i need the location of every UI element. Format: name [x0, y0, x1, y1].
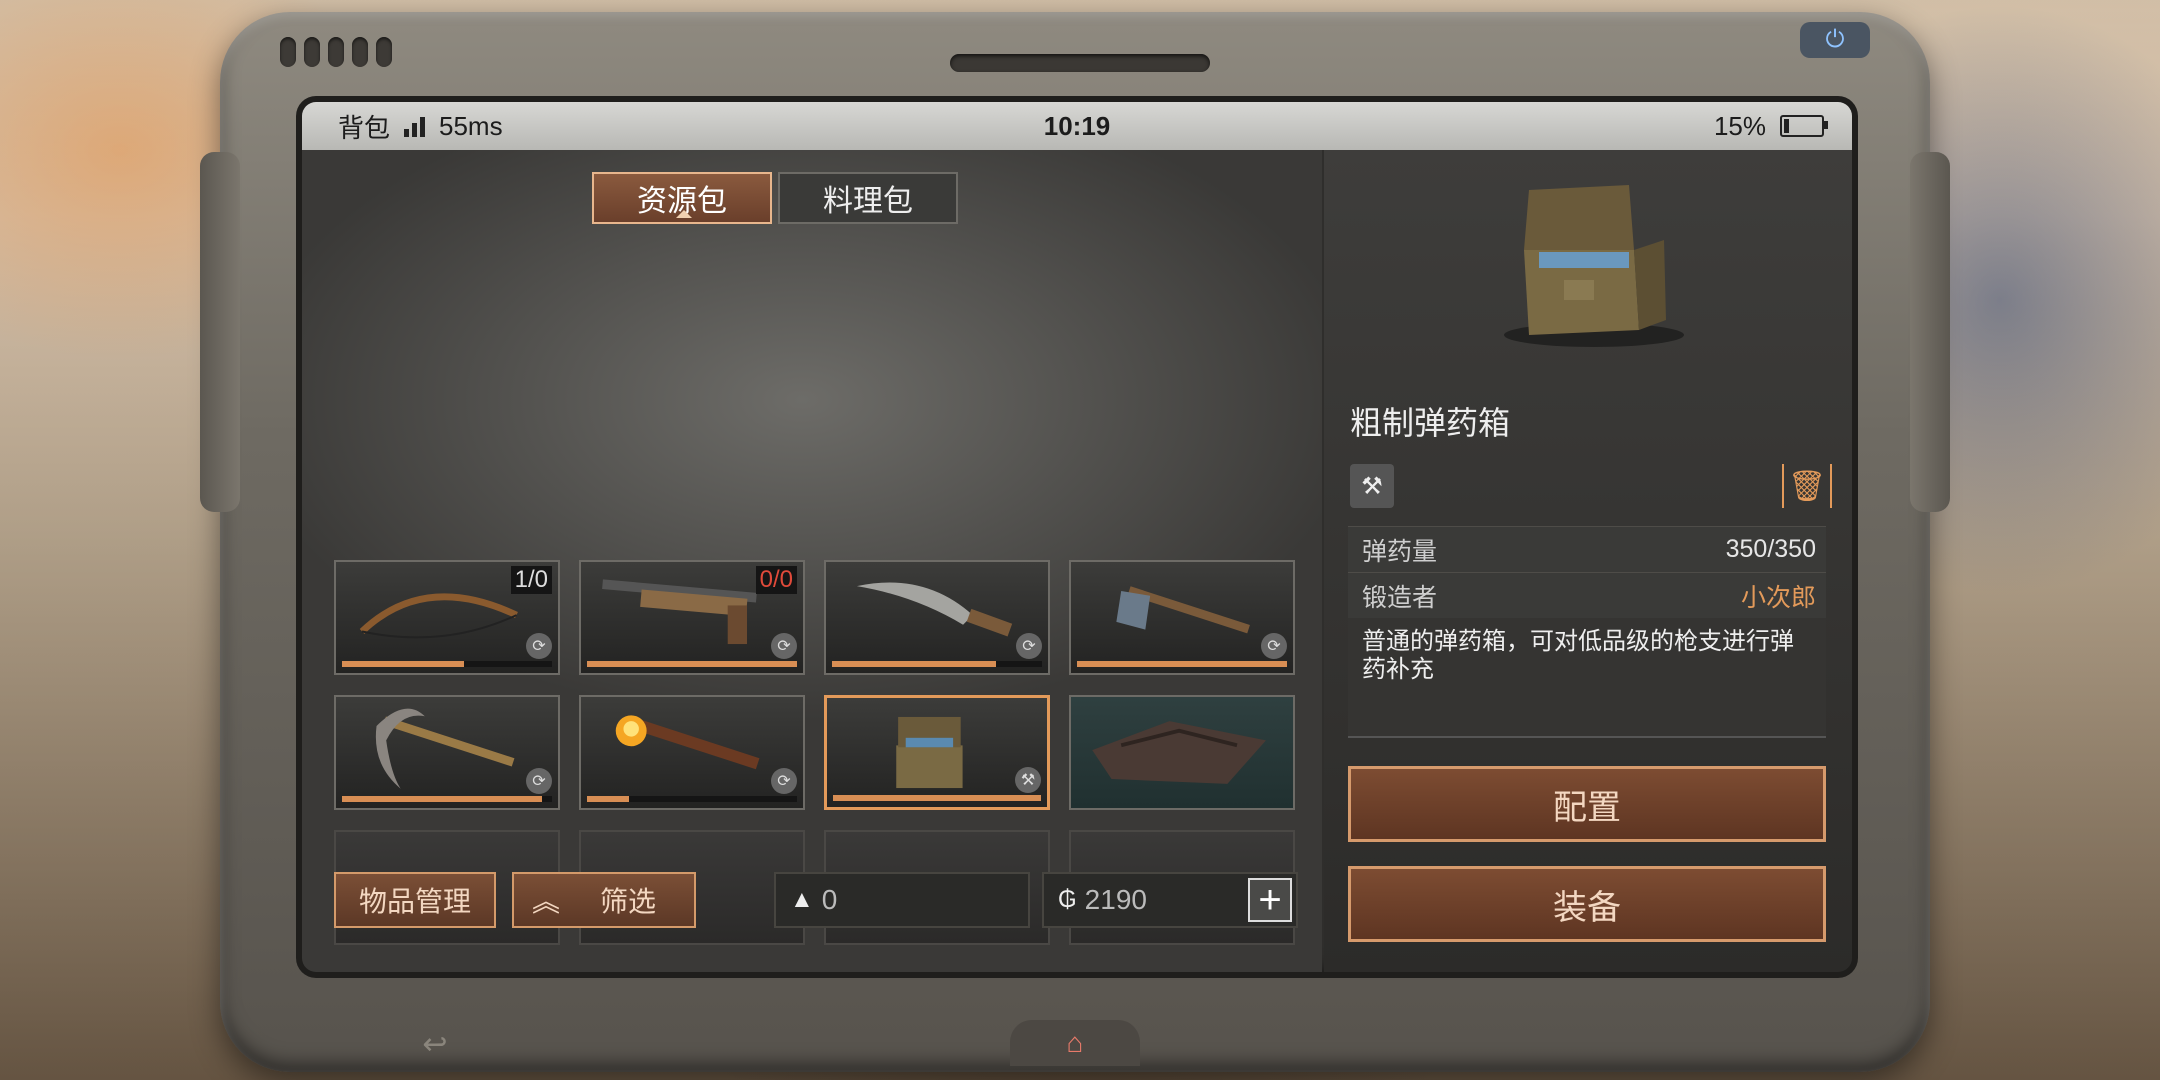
- stat-ammo: 弹药量 350/350: [1348, 526, 1826, 572]
- slot-machete[interactable]: ⟳: [824, 560, 1050, 675]
- coin-value: 2190: [1084, 884, 1147, 915]
- stat-forger-label: 锻造者: [1362, 583, 1438, 612]
- side-bump-right: [1910, 152, 1950, 512]
- filter-button[interactable]: ︽ 筛选: [512, 872, 696, 928]
- add-coins-button[interactable]: +: [1248, 878, 1292, 922]
- item-manage-button[interactable]: 物品管理: [334, 872, 496, 928]
- slot-torch[interactable]: ⟳: [579, 695, 805, 810]
- slot-bow[interactable]: 1/0 ⟳: [334, 560, 560, 675]
- battery-icon: [1780, 115, 1828, 137]
- durability-bar: [342, 661, 552, 667]
- slot-leather[interactable]: [1069, 695, 1295, 810]
- gold-value: 0: [821, 884, 838, 915]
- detail-pane: 粗制弹药箱 ⚒ 🗑 弹药量 350/350 锻造者 小次郎 普通的弹药箱，可对低…: [1324, 150, 1852, 972]
- side-bump-left: [200, 152, 240, 512]
- slot-axe[interactable]: ⟳: [1069, 560, 1295, 675]
- inventory-pane: 资源包 料理包 1/0 ⟳ 0/0 ⟳ ⟳ ⟳ ⟳ ⟳ ⚒ 物品管理 ︽ 筛选 …: [302, 150, 1322, 972]
- durability-bar: [832, 661, 1042, 667]
- gold-bar-icon: ▲: [790, 886, 814, 913]
- tab-bar: 资源包 料理包: [592, 172, 958, 224]
- stat-ammo-label: 弹药量: [1362, 537, 1438, 566]
- clock: 10:19: [1043, 110, 1111, 141]
- slot-shotgun[interactable]: 0/0 ⟳: [579, 560, 805, 675]
- hammer-icon: ⚒: [1350, 464, 1394, 508]
- coin-icon: ₲: [1058, 886, 1077, 913]
- tab-resource-pack[interactable]: 资源包: [592, 172, 772, 224]
- back-icon[interactable]: ↩: [400, 1026, 470, 1062]
- gold-counter: ▲ 0: [774, 872, 1030, 928]
- tablet-screen: 背包 55ms 10:19 15% 资源包 料理包 1/0 ⟳ 0/0 ⟳ ⟳ …: [302, 102, 1852, 972]
- power-icon[interactable]: ⏻: [1800, 22, 1870, 58]
- top-slot: [950, 54, 1210, 72]
- battery-percent: 15%: [1713, 110, 1766, 141]
- trash-icon[interactable]: 🗑: [1782, 464, 1832, 508]
- hammer-icon: ⚒: [1015, 767, 1041, 793]
- durability-bar: [1077, 661, 1287, 667]
- item-description: 普通的弹药箱，可对低品级的枪支进行弹药补充: [1348, 618, 1826, 738]
- leather-art: [1092, 721, 1266, 784]
- durability-bar: [342, 796, 552, 802]
- stat-forger: 锻造者 小次郎: [1348, 572, 1826, 618]
- filter-label: 筛选: [600, 886, 657, 917]
- ammo-count: 0/0: [755, 566, 797, 594]
- ammo-box-preview: [1504, 185, 1684, 347]
- speaker-grill: [280, 37, 392, 67]
- pickaxe-art: [375, 708, 515, 789]
- craft-icon: ⟳: [526, 768, 552, 794]
- ammo-box-art: [896, 716, 963, 789]
- axe-art: [1116, 586, 1250, 634]
- status-bar: 背包 55ms 10:19 15%: [302, 102, 1852, 150]
- chevron-up-icon: ︽: [532, 886, 561, 917]
- craft-icon: ⟳: [1016, 633, 1042, 659]
- stat-ammo-value: 350/350: [1725, 535, 1816, 563]
- tab-food-pack[interactable]: 料理包: [778, 172, 958, 224]
- durability-bar: [587, 796, 797, 802]
- slot-pickaxe[interactable]: ⟳: [334, 695, 560, 810]
- torch-art: [615, 715, 760, 770]
- durability-bar: [587, 661, 797, 667]
- equip-button[interactable]: 装备: [1348, 866, 1826, 942]
- machete-art: [856, 582, 1013, 637]
- craft-icon: ⟳: [526, 633, 552, 659]
- slot-ammo-box[interactable]: ⚒: [824, 695, 1050, 810]
- ammo-count: 1/0: [510, 566, 552, 594]
- item-title: 粗制弹药箱: [1350, 405, 1511, 441]
- craft-icon: ⟳: [1261, 633, 1287, 659]
- stat-forger-value: 小次郎: [1740, 583, 1816, 612]
- coin-counter: ₲ 2190 +: [1042, 872, 1298, 928]
- craft-icon: ⟳: [771, 768, 797, 794]
- craft-icon: ⟳: [771, 633, 797, 659]
- configure-button[interactable]: 配置: [1348, 766, 1826, 842]
- durability-bar: [833, 795, 1041, 801]
- home-icon[interactable]: ⌂: [1010, 1020, 1140, 1066]
